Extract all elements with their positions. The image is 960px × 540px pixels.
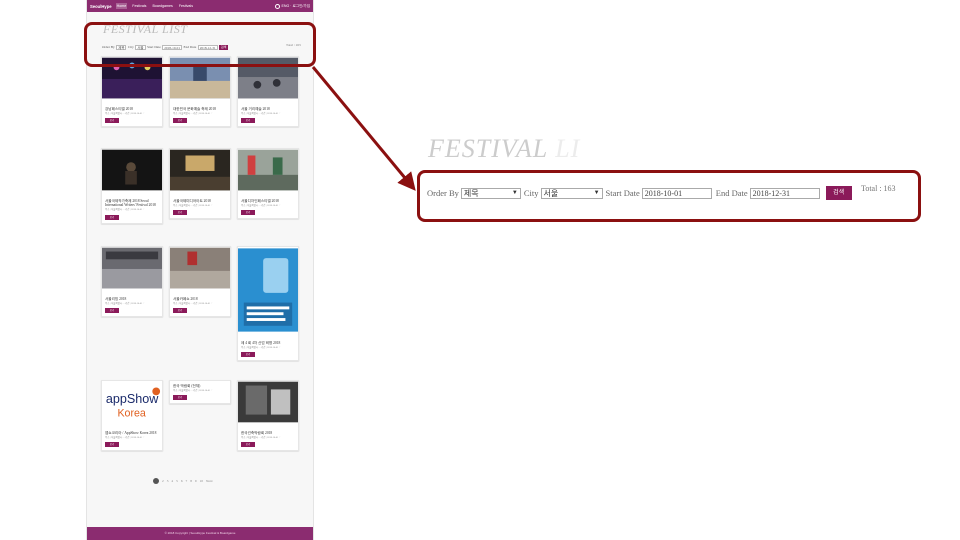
card-title: 한국건축박람회 2018 xyxy=(241,431,273,435)
brand-logo[interactable]: SeoulHype xyxy=(90,4,112,9)
nav-item-home[interactable]: Home xyxy=(115,3,128,9)
stage: SeoulHype Home Festivals Boardgames Fest… xyxy=(0,0,960,540)
festival-thumbnail xyxy=(102,247,162,289)
card-title: 서울카페쇼 2018 xyxy=(173,297,198,301)
page-link[interactable]: 4 xyxy=(171,479,173,483)
card-info: 주소 | 서울특별시 ... 기간 | 2018-10-01 ~ xyxy=(105,112,145,116)
view-button[interactable]: 보기 xyxy=(241,210,255,216)
pagination: 2 3 4 5 6 7 8 9 10 Next xyxy=(153,478,213,484)
dropdown-arrow-icon: ▼ xyxy=(593,190,600,196)
globe-icon xyxy=(275,3,281,9)
card-title: 강남페스티벌 2018 xyxy=(105,107,133,111)
festival-thumbnail xyxy=(170,149,230,191)
card-info: 주소 | 서울특별시 ... 기간 | 2018-10-01 ~ xyxy=(173,389,213,393)
page-current-marker[interactable] xyxy=(153,478,159,484)
page-link[interactable]: 3 xyxy=(167,479,169,483)
festival-card[interactable]: appShow Korea 앱쇼코리아 / AppShow Korea 2018 … xyxy=(101,380,163,452)
zoom-total-count: Total : 163 xyxy=(861,184,896,193)
view-button[interactable]: 보기 xyxy=(105,118,119,124)
page-screenshot: SeoulHype Home Festivals Boardgames Fest… xyxy=(86,0,314,540)
view-button[interactable]: 보기 xyxy=(241,352,255,358)
card-info: 주소 | 서울특별시 ... 기간 | 2018-10-01 ~ xyxy=(241,112,281,116)
view-button[interactable]: 보기 xyxy=(105,308,119,314)
nav-right[interactable]: ENG · 로그인/가입 xyxy=(275,3,310,9)
card-title: 앱쇼코리아 / AppShow Korea 2018 xyxy=(105,431,157,435)
highlight-box-small xyxy=(84,22,316,67)
festival-card[interactable]: 서울카페쇼 2018 주소 | 서울특별시 ... 기간 | 2018-10-0… xyxy=(169,246,231,318)
card-title: 제 4 회 4차 산업 혁명 2018 xyxy=(241,341,281,345)
card-info: 주소 | 서울특별시 ... 기간 | 2018-10-01 ~ xyxy=(173,112,213,116)
card-title: 서울리빙 2018 xyxy=(105,297,127,301)
festival-card[interactable]: 한국건축박람회 2018 주소 | 서울특별시 ... 기간 | 2018-10… xyxy=(237,380,299,452)
page-link[interactable]: 5 xyxy=(176,479,178,483)
nav-item-boardgames[interactable]: Boardgames xyxy=(151,3,173,9)
page-link[interactable]: 2 xyxy=(162,479,164,483)
zoom-start-date-input[interactable]: 2018-10-01 xyxy=(641,187,712,199)
nav-item-dropdown[interactable]: Festivals xyxy=(178,3,194,9)
zoom-city-label: City xyxy=(523,188,539,198)
festival-card[interactable]: 서울리빙 2018 주소 | 서울특별시 ... 기간 | 2018-10-01… xyxy=(101,246,163,318)
zoom-order-select[interactable]: 제목 ▼ xyxy=(460,187,521,199)
festival-card[interactable]: 서울디자인페스티벌 2018 주소 | 서울특별시 ... 기간 | 2018-… xyxy=(237,148,299,220)
card-title: 한국 박람회 (전체) xyxy=(173,384,201,388)
card-info: 주소 | 서울특별시 ... 기간 | 2018-10-01 ~ xyxy=(241,346,281,350)
page-link[interactable]: 8 xyxy=(190,479,192,483)
festival-card[interactable]: 제 4 회 4차 산업 혁명 2018 주소 | 서울특별시 ... 기간 | … xyxy=(237,246,299,362)
card-title: 서울 거리예술 2018 xyxy=(241,107,270,111)
svg-text:appShow: appShow xyxy=(106,392,159,406)
zoom-filter-bar: Order By 제목 ▼ City 서울 ▼ Start Date 2018-… xyxy=(427,186,852,200)
view-button[interactable]: 보기 xyxy=(241,118,255,124)
card-info: 주소 | 서울특별시 ... 기간 | 2018-10-01 ~ xyxy=(173,204,213,208)
navbar: SeoulHype Home Festivals Boardgames Fest… xyxy=(87,0,313,12)
view-button[interactable]: 보기 xyxy=(105,442,119,448)
card-title: 서울국제미디어아트 2018 xyxy=(173,199,211,203)
view-button[interactable]: 보기 xyxy=(173,395,187,401)
card-info: 주소 | 서울특별시 ... 기간 | 2018-10-01 ~ xyxy=(241,436,281,440)
zoom-start-label: Start Date xyxy=(605,188,640,198)
festival-card[interactable]: 서울국제작가축제 2018 Seoul International Writer… xyxy=(101,148,163,224)
page-link[interactable]: 7 xyxy=(186,479,188,483)
view-button[interactable]: 보기 xyxy=(241,442,255,448)
zoom-order-value: 제목 xyxy=(463,188,479,198)
zoom-city-select[interactable]: 서울 ▼ xyxy=(540,187,603,199)
footer: © 2018 Copyright | SeoulHype Festival & … xyxy=(87,527,313,540)
nav-item-festivals[interactable]: Festivals xyxy=(131,3,147,9)
festival-card[interactable]: 한국 박람회 (전체) 주소 | 서울특별시 ... 기간 | 2018-10-… xyxy=(169,380,231,405)
card-info: 주소 | 서울특별시 ... 기간 | 2018-10-01 ~ xyxy=(105,208,145,212)
zoom-search-button[interactable]: 검색 xyxy=(825,186,852,200)
view-button[interactable]: 보기 xyxy=(105,214,119,220)
festival-thumbnail xyxy=(238,381,298,423)
appshow-logo: appShow Korea xyxy=(102,381,162,423)
card-info: 주소 | 서울특별시 ... 기간 | 2018-10-01 ~ xyxy=(105,436,145,440)
festival-thumbnail xyxy=(102,149,162,191)
zoom-title-faded: LI xyxy=(555,134,581,163)
zoom-city-value: 서울 xyxy=(543,188,559,198)
card-title: 서울국제작가축제 2018 Seoul International Writer… xyxy=(105,199,156,208)
nav-right-label: ENG · 로그인/가입 xyxy=(281,3,310,8)
dropdown-arrow-icon: ▼ xyxy=(511,190,518,196)
card-info: 주소 | 서울특별시 ... 기간 | 2018-10-01 ~ xyxy=(105,302,145,306)
zoom-end-date-input[interactable]: 2018-12-31 xyxy=(749,187,820,199)
page-next[interactable]: Next xyxy=(206,479,213,483)
zoom-title: FESTIVAL LI xyxy=(428,134,580,164)
page-link[interactable]: 9 xyxy=(195,479,197,483)
view-button[interactable]: 보기 xyxy=(173,118,187,124)
page-link[interactable]: 6 xyxy=(181,479,183,483)
zoom-title-main: FESTIVAL xyxy=(428,134,548,163)
zoom-order-label: Order By xyxy=(427,188,459,198)
festival-poster xyxy=(238,248,298,332)
festival-thumbnail xyxy=(238,149,298,191)
zoom-end-label: End Date xyxy=(715,188,748,198)
page-link[interactable]: 10 xyxy=(200,479,203,483)
festival-card[interactable]: 서울국제미디어아트 2018 주소 | 서울특별시 ... 기간 | 2018-… xyxy=(169,148,231,220)
view-button[interactable]: 보기 xyxy=(173,210,187,216)
svg-text:Korea: Korea xyxy=(117,408,145,420)
card-title: 서울디자인페스티벌 2018 xyxy=(241,199,279,203)
card-info: 주소 | 서울특별시 ... 기간 | 2018-10-01 ~ xyxy=(173,302,213,306)
festival-thumbnail xyxy=(170,247,230,289)
view-button[interactable]: 보기 xyxy=(173,308,187,314)
card-title: 대한민국 문화예술 축제 2018 xyxy=(173,107,216,111)
card-info: 주소 | 서울특별시 ... 기간 | 2018-10-01 ~ xyxy=(241,204,281,208)
